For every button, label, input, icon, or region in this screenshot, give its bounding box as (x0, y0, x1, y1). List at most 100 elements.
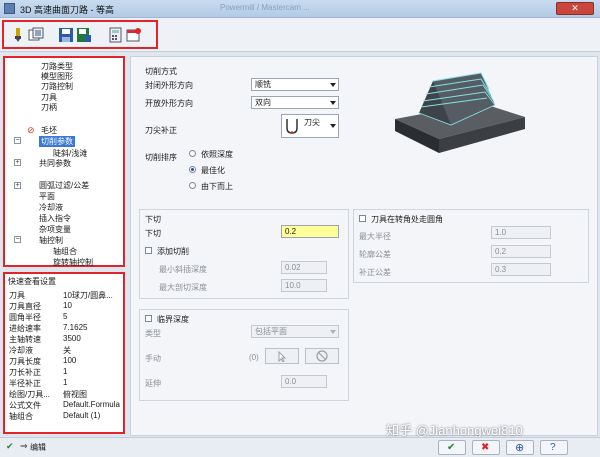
quick-view-panel: 快速查看设置 刀具 10球刀/圆鼻... 刀具直径 10 圆角半径 5 进给速率… (3, 272, 125, 434)
order-by-depth-radio[interactable] (189, 150, 196, 157)
expand-toggle-icon[interactable]: + (14, 182, 21, 189)
cursor-arrow-icon (278, 350, 287, 363)
quick-view-key: 绘图/刀具... (9, 390, 50, 399)
select-cursor-button[interactable] (265, 348, 299, 364)
window-title-ghost: Powermill / Mastercam ... (220, 3, 310, 12)
tree-item-coolant[interactable]: 冷却液 (39, 202, 63, 213)
cancel-button[interactable]: ✖ (472, 440, 500, 455)
quick-view-key: 刀具直径 (9, 302, 41, 311)
max-cut-depth-label: 最大剖切深度 (159, 283, 207, 292)
calculator-icon[interactable] (108, 27, 124, 43)
tree-item-arc-filter[interactable]: 圆弧过滤/公差 (39, 180, 89, 191)
step-down-section-label: 下切 (145, 215, 161, 224)
closed-direction-select[interactable]: 顺铣 (251, 78, 339, 91)
quick-view-value: 1 (63, 378, 68, 387)
no-entry-icon (316, 350, 328, 362)
open-direction-select[interactable]: 双向 (251, 96, 339, 109)
step-down-input[interactable]: 0.2 (281, 225, 339, 238)
app-icon (4, 3, 15, 14)
help-button[interactable]: ? (540, 440, 568, 455)
min-slope-depth-label: 最小斜插深度 (159, 265, 207, 274)
status-bar: ✔ ⇒ 编辑 ✔ ✖ ⊕ ? (0, 437, 600, 457)
quick-view-key: 半径补正 (9, 379, 41, 388)
toolpath-preview-image (395, 72, 525, 153)
dropdown-arrow-icon (330, 124, 336, 128)
edit-label: 编辑 (30, 443, 46, 452)
close-button[interactable]: ✕ (556, 2, 594, 15)
options-icon[interactable] (28, 27, 44, 43)
closed-direction-value: 顺铣 (255, 80, 271, 89)
dropdown-arrow-icon (330, 101, 336, 105)
clear-selection-button[interactable] (305, 348, 339, 364)
tree-item-common-parameters[interactable]: 共同参数 (39, 158, 71, 169)
order-by-depth-label: 依照深度 (201, 150, 233, 159)
critical-type-select[interactable]: 包括平面 (251, 325, 339, 338)
tree-item-plane[interactable]: 平面 (39, 191, 55, 202)
tree-item-axis-combination[interactable]: 轴组合 (53, 246, 77, 257)
tree-item-canned-text[interactable]: 插入指令 (39, 213, 71, 224)
tool-icon[interactable] (10, 27, 26, 43)
profile-tolerance-label: 轮廓公差 (359, 250, 391, 259)
tree-item-misc-values[interactable]: 杂项变量 (39, 224, 71, 235)
offset-tolerance-input[interactable]: 0.3 (491, 263, 551, 276)
quick-view-key: 主轴转速 (9, 335, 41, 344)
quick-view-value: 100 (63, 356, 77, 365)
dropdown-arrow-icon (330, 83, 336, 87)
checkmark-icon: ✔ (6, 441, 14, 451)
apply-button[interactable]: ⊕ (506, 440, 534, 455)
edit-icon: ⇒ (20, 441, 28, 451)
quick-view-value: 10 (63, 301, 72, 310)
order-bottom-up-radio[interactable] (189, 182, 196, 189)
tip-comp-value: 刀尖 (304, 118, 320, 127)
quick-view-key: 刀具长度 (9, 357, 41, 366)
critical-depth-checkbox[interactable] (145, 315, 152, 322)
expand-toggle-icon[interactable]: − (14, 236, 21, 243)
order-optimize-radio[interactable] (189, 166, 196, 173)
manual-label: 手动 (145, 354, 161, 363)
quick-view-value: 7.1625 (63, 323, 88, 332)
critical-depth-label: 临界深度 (157, 315, 189, 324)
tip-comp-select[interactable]: 刀尖 (281, 114, 339, 138)
expand-toggle-icon[interactable]: + (14, 159, 21, 166)
tree-item-toolpath-control[interactable]: 刀路控制 (41, 81, 73, 92)
extend-input[interactable]: 0.0 (281, 375, 327, 388)
manual-count: (0) (249, 353, 259, 362)
add-cut-checkbox[interactable] (145, 247, 152, 254)
min-slope-depth-input[interactable]: 0.02 (281, 261, 327, 274)
tree-item-rotary-axis-control[interactable]: 旋转轴控制 (53, 257, 93, 268)
quick-view-value: 3500 (63, 334, 81, 343)
tree-item-axis-control[interactable]: 轴控制 (39, 235, 63, 246)
help-icon: ? (550, 442, 556, 453)
dropdown-arrow-icon (330, 330, 336, 334)
critical-type-label: 类型 (145, 329, 161, 338)
quick-view-key: 刀长补正 (9, 368, 41, 377)
critical-type-value: 包括平面 (255, 327, 287, 336)
ok-button[interactable]: ✔ (438, 440, 466, 455)
max-cut-depth-input[interactable]: 10.0 (281, 279, 327, 292)
open-direction-value: 双向 (255, 98, 271, 107)
parameters-panel: 切削方式 封闭外形方向 顺铣 开放外形方向 双向 刀尖补正 刀尖 切削排序 依照… (130, 56, 598, 436)
profile-tolerance-input[interactable]: 0.2 (491, 245, 551, 258)
quick-view-key: 轴组合 (9, 412, 33, 421)
quick-view-key: 刀具 (9, 291, 25, 300)
tree-item-stock[interactable]: 毛坯 (41, 125, 57, 136)
tree-item-cut-parameters[interactable]: 切削参数 (39, 136, 75, 147)
order-optimize-label: 最佳化 (201, 166, 225, 175)
quick-view-value: 5 (63, 312, 68, 321)
toolbar (0, 18, 600, 52)
offset-tolerance-label: 补正公差 (359, 268, 391, 277)
settings-icon[interactable] (126, 27, 142, 43)
corner-rounding-checkbox[interactable] (359, 215, 366, 222)
save-icon[interactable] (58, 27, 74, 43)
max-radius-input[interactable]: 1.0 (491, 226, 551, 239)
quick-view-key: 进给速率 (9, 324, 41, 333)
quick-view-value: Default.Formula (63, 400, 120, 409)
expand-toggle-icon[interactable]: − (14, 137, 21, 144)
quick-view-value: 1 (63, 367, 68, 376)
quick-view-title: 快速查看设置 (8, 277, 56, 286)
cancel-icon: ✖ (481, 442, 490, 453)
plus-circle-icon: ⊕ (515, 442, 525, 454)
cut-order-label: 切削排序 (145, 153, 177, 162)
tree-item-holder[interactable]: 刀柄 (41, 102, 57, 113)
export-icon[interactable] (76, 27, 92, 43)
